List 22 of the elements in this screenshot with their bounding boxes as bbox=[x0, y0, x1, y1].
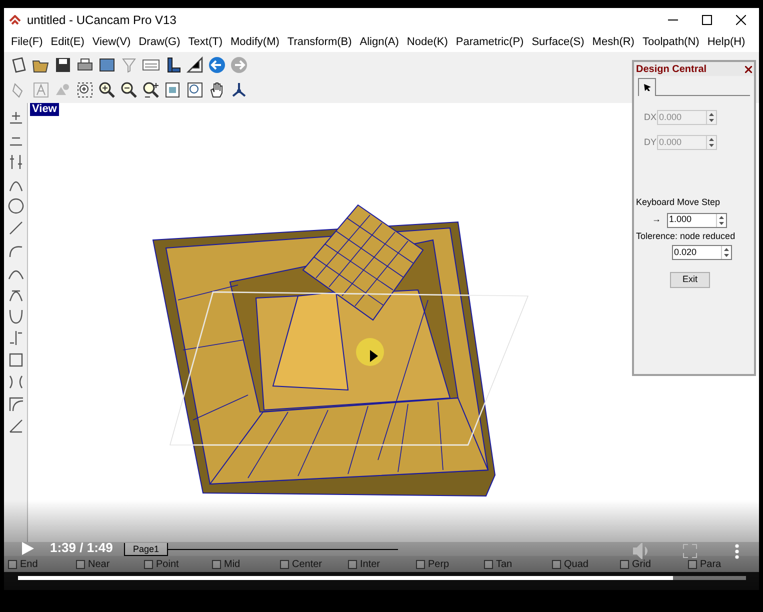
checkbox-label: Para bbox=[700, 558, 722, 572]
checkbox-label: Quad bbox=[564, 558, 588, 572]
number-field: 0.000 bbox=[657, 135, 717, 150]
field-label: DX bbox=[644, 110, 656, 124]
field-label: Tolerence: node reduced bbox=[635, 230, 736, 242]
checkbox-label: Inter bbox=[360, 558, 380, 572]
checkbox-label: Perp bbox=[428, 558, 450, 572]
panel-title: Design Central bbox=[636, 62, 707, 76]
checkbox-label: Center bbox=[292, 558, 322, 572]
checkbox-label: Tan bbox=[496, 558, 512, 572]
video-time: 1:39 / 1:49 bbox=[50, 541, 113, 555]
checkbox-label: End bbox=[20, 558, 38, 572]
window-title: untitled - UCancam Pro V13 bbox=[27, 12, 176, 29]
number-field: 0.000 bbox=[657, 110, 717, 125]
arrow-text: → bbox=[652, 213, 661, 226]
field-label: DY bbox=[644, 136, 656, 149]
field-label: Keyboard Move Step bbox=[635, 196, 722, 209]
checkbox-label: Grid bbox=[632, 558, 651, 572]
checkbox-label: Point bbox=[156, 558, 179, 572]
view-label: View bbox=[30, 103, 59, 116]
checkbox-label: Mid bbox=[224, 558, 240, 572]
checkbox-label: Near bbox=[88, 558, 110, 572]
